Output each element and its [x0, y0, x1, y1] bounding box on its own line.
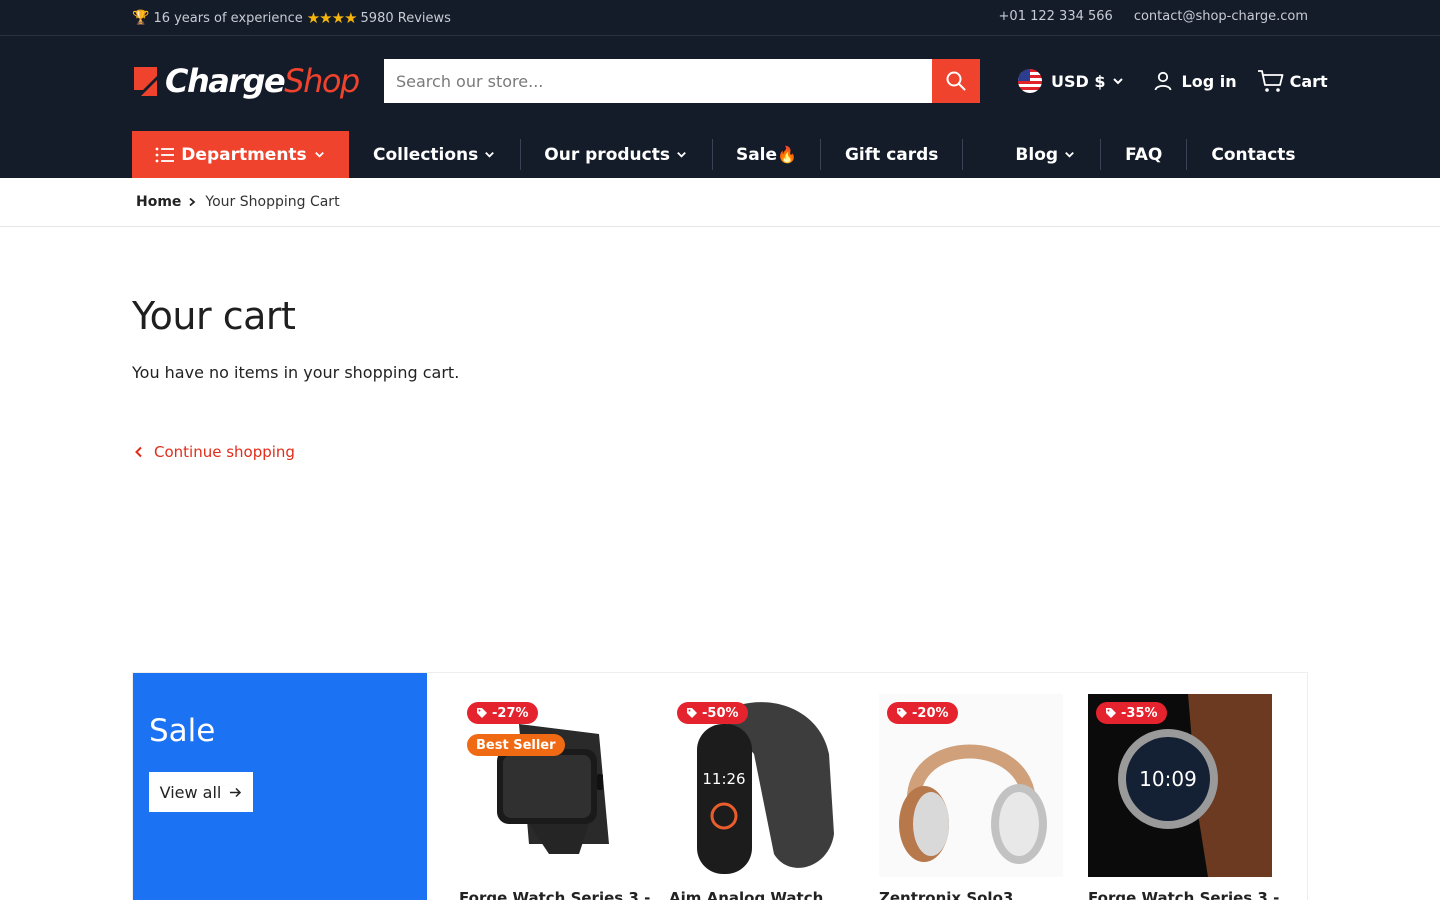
login-label: Log in [1181, 71, 1237, 91]
discount-badge: -20% [887, 702, 958, 724]
arrow-right-icon [230, 787, 242, 797]
view-all-button[interactable]: View all [149, 772, 253, 812]
sale-title: Sale [149, 713, 216, 749]
nav-divider [819, 139, 821, 170]
empty-cart-message: You have no items in your shopping cart. [132, 363, 460, 382]
sale-section: Sale View all -27% Best Seller Forge Wat… [132, 672, 1308, 900]
currency-label: USD $ [1051, 71, 1106, 91]
nav-divider [1186, 139, 1188, 170]
logo-mark-icon [134, 66, 157, 96]
nav-divider [520, 139, 522, 170]
breadcrumb-current: Your Shopping Cart [205, 194, 340, 210]
nav-gift-cards-label: Gift cards [844, 144, 939, 165]
nav-divider [1100, 139, 1102, 170]
best-seller-badge: Best Seller [467, 734, 565, 756]
nav-blog-label: Blog [1015, 144, 1059, 165]
product-card[interactable]: -20% Zentronix Solo3 [879, 694, 1063, 900]
experience-info: 🏆 16 years of experience ★★★★ 5980 Revie… [132, 9, 451, 27]
discount-value: -35% [1121, 705, 1158, 721]
product-image[interactable]: 10:09 -35% [1088, 694, 1272, 877]
nav-sale-label: Sale [735, 144, 778, 165]
discount-badge: -50% [677, 702, 748, 724]
fire-icon: 🔥 [777, 145, 797, 164]
top-bar: 🏆 16 years of experience ★★★★ 5980 Revie… [0, 0, 1440, 36]
experience-text: 16 years of experience [153, 10, 303, 26]
search-input[interactable] [384, 59, 932, 103]
site-header: ChargeShop USD $ Log in Cart Depa [0, 36, 1440, 178]
view-all-label: View all [159, 782, 222, 802]
breadcrumb: Home Your Shopping Cart [0, 178, 1440, 227]
product-name[interactable]: Forge Watch Series 3 - [1088, 889, 1279, 900]
currency-selector[interactable]: USD $ [1018, 69, 1125, 93]
nav-our-products-label: Our products [544, 144, 670, 165]
page-title: Your cart [132, 294, 296, 338]
user-icon [1154, 71, 1171, 91]
product-card[interactable]: -27% Best Seller Forge Watch Series 3 - [459, 694, 650, 900]
product-name[interactable]: Aim Analog Watch [669, 889, 853, 900]
cart-link[interactable]: Cart [1257, 69, 1328, 93]
email-link[interactable]: contact@shop-charge.com [1134, 9, 1308, 24]
chevron-down-icon [314, 151, 324, 158]
logo-text-shop: Shop [284, 62, 360, 100]
nav-collections[interactable]: Collections [373, 131, 496, 178]
trophy-icon: 🏆 [132, 10, 150, 26]
chevron-right-icon [189, 197, 196, 207]
nav-our-products[interactable]: Our products [544, 131, 688, 178]
tag-icon [477, 708, 487, 718]
nav-faq[interactable]: FAQ [1125, 131, 1162, 178]
tag-icon [687, 708, 697, 718]
chevron-down-icon [1112, 78, 1123, 85]
us-flag-icon [1018, 69, 1042, 93]
sale-panel: Sale View all [133, 673, 427, 900]
chevron-down-icon [485, 151, 495, 158]
nav-faq-label: FAQ [1125, 144, 1163, 165]
svg-text:11:26: 11:26 [702, 770, 745, 788]
discount-value: -50% [702, 705, 739, 721]
nav-divider [711, 139, 713, 170]
breadcrumb-home[interactable]: Home [136, 194, 181, 210]
list-icon [155, 147, 175, 162]
discount-badge: -27% [467, 702, 538, 724]
rating-stars-icon: ★★★★ [306, 9, 358, 27]
reviews-count[interactable]: 5980 Reviews [361, 11, 451, 26]
search-bar [384, 59, 980, 103]
nav-blog[interactable]: Blog [1015, 131, 1076, 178]
search-button[interactable] [932, 59, 980, 103]
main-nav: Departments Collections Our products Sal… [132, 131, 1296, 178]
nav-departments[interactable]: Departments [132, 131, 349, 178]
continue-shopping-label: Continue shopping [154, 443, 295, 461]
product-name[interactable]: Zentronix Solo3 [879, 889, 1063, 900]
nav-contacts-label: Contacts [1211, 144, 1296, 165]
continue-shopping-link[interactable]: Continue shopping [134, 443, 295, 461]
cart-label: Cart [1289, 71, 1328, 91]
search-icon [946, 71, 966, 91]
nav-divider [962, 139, 964, 170]
product-name[interactable]: Forge Watch Series 3 - [459, 889, 650, 900]
phone-link[interactable]: +01 122 334 566 [999, 9, 1113, 24]
chevron-down-icon [677, 151, 686, 158]
product-card[interactable]: 11:26 -50% Aim Analog Watch [669, 694, 853, 900]
nav-departments-label: Departments [181, 144, 307, 165]
discount-value: -20% [912, 705, 949, 721]
product-image[interactable]: 11:26 -50% [669, 694, 853, 877]
svg-text:10:09: 10:09 [1139, 767, 1197, 791]
product-card[interactable]: 10:09 -35% Forge Watch Series 3 - [1088, 694, 1279, 900]
nav-collections-label: Collections [373, 144, 479, 165]
discount-value: -27% [492, 705, 529, 721]
cart-icon [1257, 70, 1283, 92]
login-link[interactable]: Log in [1153, 71, 1237, 91]
chevron-left-icon [135, 446, 142, 458]
tag-icon [897, 708, 907, 718]
site-logo[interactable]: ChargeShop [132, 62, 360, 100]
nav-sale[interactable]: Sale 🔥 [736, 131, 797, 178]
logo-text-charge: Charge [165, 62, 286, 100]
tag-icon [1106, 708, 1116, 718]
chevron-down-icon [1065, 151, 1074, 158]
product-image[interactable]: -27% Best Seller [459, 694, 643, 877]
discount-badge: -35% [1096, 702, 1167, 724]
nav-gift-cards[interactable]: Gift cards [845, 131, 938, 178]
nav-contacts[interactable]: Contacts [1211, 131, 1295, 178]
product-image[interactable]: -20% [879, 694, 1063, 877]
